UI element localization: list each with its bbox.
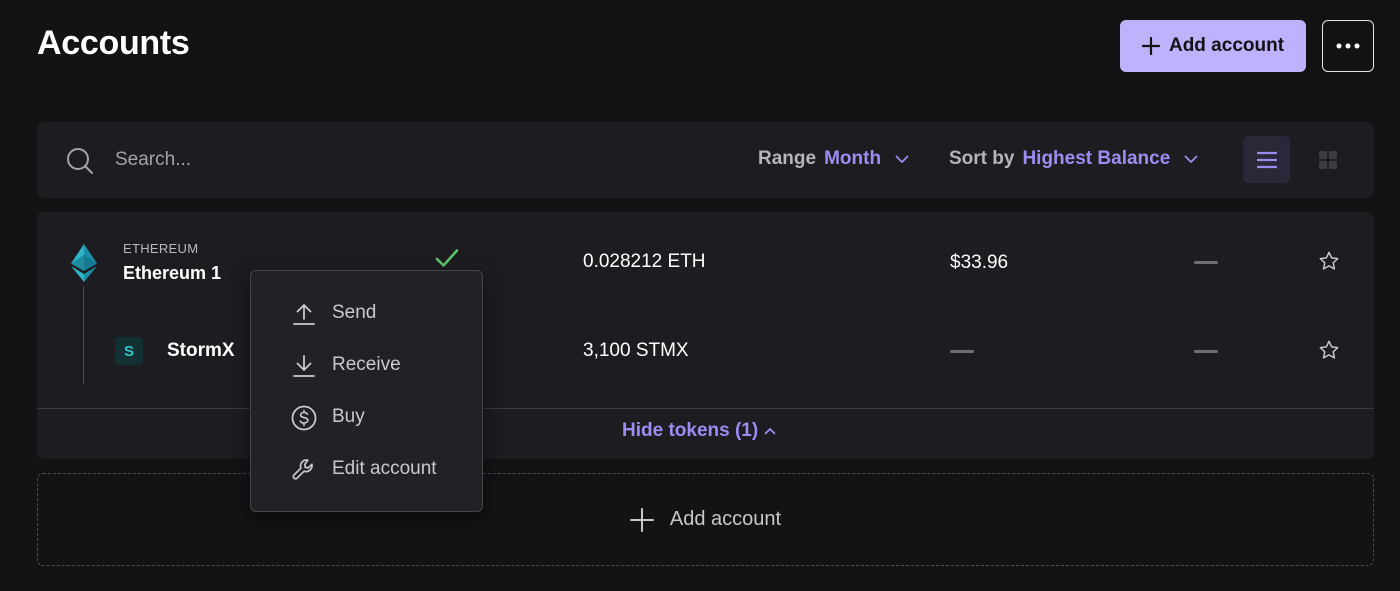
menu-item-receive[interactable]: Receive [251, 339, 482, 391]
add-account-button[interactable]: Add account [1120, 20, 1306, 72]
empty-value-dash [950, 350, 974, 353]
menu-item-buy[interactable]: Buy [251, 391, 482, 443]
add-account-placeholder-label: Add account [669, 508, 782, 530]
plus-icon [629, 507, 654, 532]
more-options-button[interactable] [1322, 20, 1374, 72]
token-badge: S [115, 337, 143, 365]
upload-icon [291, 301, 317, 327]
token-tree-line [83, 286, 84, 384]
account-context-menu: Send Receive Buy Edit account [250, 270, 483, 512]
account-name[interactable]: Ethereum 1 [123, 263, 221, 284]
chevron-down-icon [1184, 155, 1198, 164]
add-account-placeholder-button[interactable]: Add account [37, 473, 1374, 566]
star-icon[interactable] [1318, 250, 1340, 277]
card-divider [37, 408, 1374, 409]
page-title: Accounts [37, 24, 190, 62]
range-filter-value: Month [824, 148, 882, 169]
grid-view-toggle[interactable] [1304, 136, 1351, 183]
download-icon [291, 353, 317, 379]
empty-value-dash [1194, 350, 1218, 353]
account-card: ETHEREUM Ethereum 1 0.028212 ETH $33.96 … [37, 212, 1374, 459]
account-network-label: ETHEREUM [123, 241, 199, 256]
menu-item-label: Edit account [332, 458, 437, 479]
ethereum-logo-icon [71, 244, 97, 287]
plus-icon [1141, 37, 1160, 55]
chevron-up-icon [764, 427, 776, 435]
range-filter[interactable]: Range Month [758, 148, 909, 170]
dollar-circle-icon [291, 405, 317, 431]
menu-item-label: Receive [332, 354, 401, 375]
range-filter-label: Range [758, 148, 817, 169]
menu-item-label: Buy [332, 406, 365, 427]
accounts-toolbar: Range Month Sort by Highest Balance [37, 122, 1374, 198]
account-balance: 0.028212 ETH [583, 251, 706, 272]
hide-tokens-label: Hide tokens (1) [622, 420, 759, 441]
empty-value-dash [1194, 261, 1218, 264]
list-view-toggle[interactable] [1243, 136, 1290, 183]
menu-item-edit-account[interactable]: Edit account [251, 443, 482, 495]
search-icon [66, 147, 94, 180]
sort-filter[interactable]: Sort by Highest Balance [949, 148, 1198, 170]
chevron-down-icon [895, 155, 909, 164]
add-account-button-label: Add account [1168, 35, 1285, 56]
wrench-icon [291, 457, 317, 483]
list-icon [1256, 151, 1277, 169]
star-icon[interactable] [1318, 339, 1340, 366]
menu-item-label: Send [332, 302, 377, 323]
more-horizontal-icon [1336, 43, 1360, 49]
token-balance: 3,100 STMX [583, 340, 689, 361]
sort-filter-value: Highest Balance [1022, 148, 1171, 169]
search-input[interactable] [115, 142, 435, 178]
hide-tokens-button[interactable]: Hide tokens (1) [622, 420, 776, 442]
account-fiat-value: $33.96 [950, 252, 1009, 273]
token-name[interactable]: StormX [167, 340, 235, 362]
grid-icon [1318, 150, 1338, 170]
accounts-page: Accounts Add account Range Month Sort by… [0, 0, 1400, 591]
menu-item-send[interactable]: Send [251, 287, 482, 339]
sort-filter-label: Sort by [949, 148, 1015, 169]
